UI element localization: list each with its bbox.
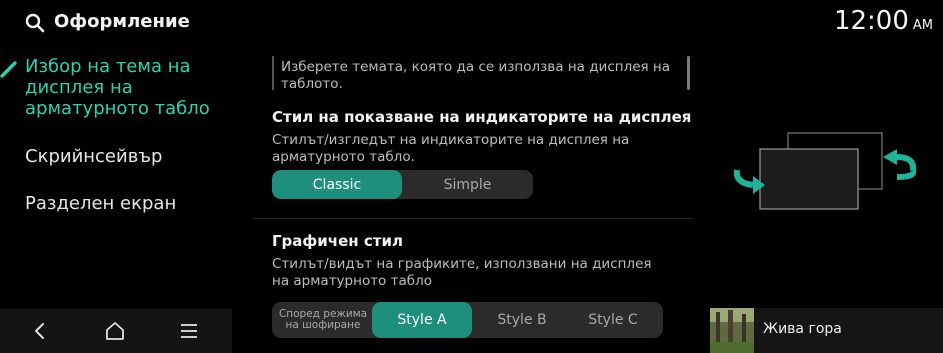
menu-item-split-screen[interactable]: Разделен екран [25, 193, 176, 214]
intro-text: Изберете темата, която да се използва на… [281, 59, 671, 92]
option-drive-mode[interactable]: Според режима на шофиране [274, 302, 372, 338]
album-art [710, 308, 754, 353]
menu-icon[interactable] [177, 319, 201, 343]
home-icon[interactable] [103, 319, 127, 343]
menu-item-screensaver[interactable]: Скрийнсейвър [25, 146, 162, 167]
indicator-style-description: Стилът/изгледът на индикаторите на диспл… [272, 132, 630, 165]
scrollbar[interactable] [687, 56, 690, 90]
indicator-style-selector: Classic Simple [272, 170, 533, 199]
clock-ampm: AM [912, 18, 933, 33]
intro-bar [272, 56, 274, 90]
clock: 12:00 AM [834, 6, 933, 36]
option-style-a[interactable]: Style A [372, 302, 472, 338]
option-style-c[interactable]: Style C [563, 302, 663, 338]
track-title: Жива гора [763, 321, 842, 337]
option-style-b[interactable]: Style B [472, 302, 572, 338]
option-simple[interactable]: Simple [402, 170, 533, 199]
search-icon[interactable] [24, 12, 46, 34]
back-icon[interactable] [28, 319, 52, 343]
active-indicator-icon [0, 61, 17, 78]
indicator-style-heading: Стил на показване на индикаторите на дис… [272, 108, 692, 126]
bottom-nav [0, 309, 232, 353]
settings-panel[interactable]: Изберете темата, която да се използва на… [253, 38, 693, 353]
section-divider [253, 218, 693, 219]
menu-item-theme[interactable]: Избор на тема на дисплея на арматурното … [25, 56, 225, 119]
graphic-style-heading: Графичен стил [272, 232, 403, 250]
option-classic[interactable]: Classic [272, 170, 402, 199]
graphic-style-selector: Според режима на шофиране Style A Style … [272, 302, 663, 338]
graphic-style-description: Стилът/видът на графиките, използвани на… [272, 256, 652, 289]
page-title: Оформление [54, 11, 190, 32]
theme-switch-illustration [733, 132, 917, 210]
clock-time: 12:00 [833, 6, 909, 36]
media-widget[interactable]: Жива гора [710, 308, 943, 353]
